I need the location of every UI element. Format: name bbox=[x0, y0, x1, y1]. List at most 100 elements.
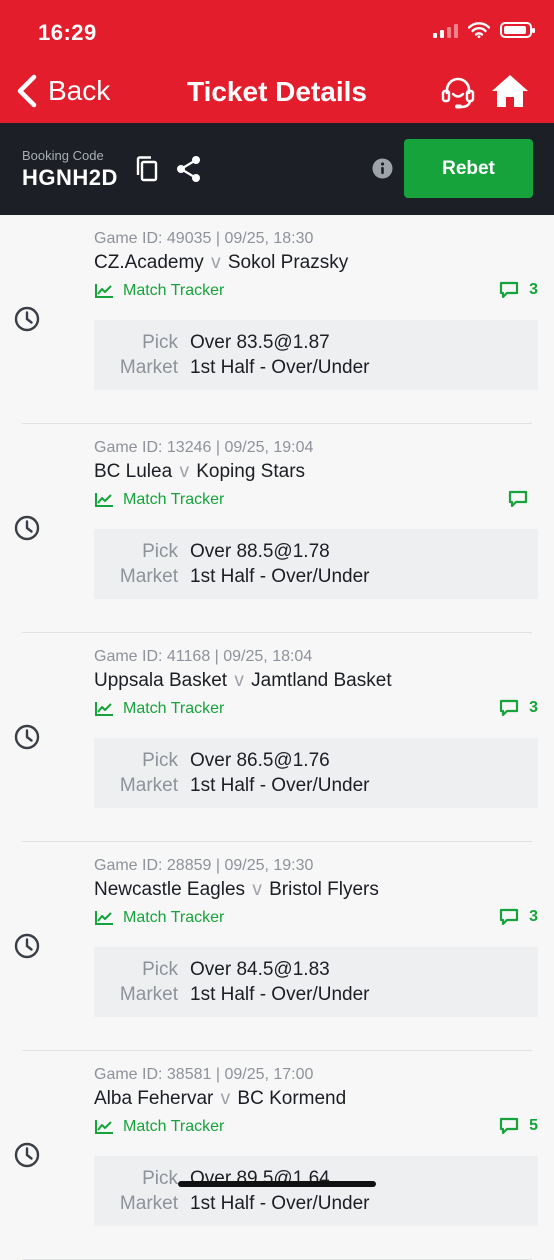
home-icon[interactable] bbox=[490, 72, 530, 110]
booking-code: HGNH2D bbox=[22, 165, 118, 190]
teams: Newcastle Eagles v Bristol Flyers bbox=[94, 879, 379, 901]
market-value: 1st Half - Over/Under bbox=[190, 566, 370, 587]
market-label: Market bbox=[119, 1193, 178, 1214]
match-tracker-link[interactable]: Match Tracker bbox=[94, 282, 224, 300]
comments-button[interactable]: 3 bbox=[499, 281, 538, 299]
market-value: 1st Half - Over/Under bbox=[190, 775, 370, 796]
market-value: 1st Half - Over/Under bbox=[190, 357, 370, 378]
pick-label: Pick bbox=[142, 1168, 178, 1189]
match-tracker-label: Match Tracker bbox=[123, 282, 225, 299]
match-tracker-label: Match Tracker bbox=[123, 491, 225, 508]
game-meta: Game ID: 38581 | 09/25, 17:00 bbox=[94, 1066, 314, 1083]
pick-details: Pick Over 84.5@1.83 Market 1st Half - Ov… bbox=[94, 947, 538, 1017]
market-label: Market bbox=[119, 984, 178, 1005]
booking-code-label: Booking Code bbox=[22, 148, 104, 163]
share-icon[interactable] bbox=[176, 155, 202, 183]
pick-label: Pick bbox=[142, 541, 178, 562]
booking-bar: Booking Code HGNH2D Rebet bbox=[0, 123, 554, 215]
clock-icon bbox=[14, 933, 40, 959]
market-label: Market bbox=[119, 775, 178, 796]
comment-count: 5 bbox=[529, 1117, 538, 1134]
home-indicator bbox=[178, 1181, 376, 1187]
clock-icon bbox=[14, 515, 40, 541]
chart-line-icon bbox=[95, 493, 113, 507]
teams: CZ.Academy v Sokol Prazsky bbox=[94, 252, 348, 274]
versus-label: v bbox=[211, 252, 221, 273]
match-tracker-link[interactable]: Match Tracker bbox=[94, 491, 224, 509]
clock-icon bbox=[14, 306, 40, 332]
chart-line-icon bbox=[95, 702, 113, 716]
comment-icon bbox=[499, 1117, 519, 1135]
comments-button[interactable]: 5 bbox=[499, 1117, 538, 1135]
comment-count: 3 bbox=[529, 908, 538, 925]
bet-item: Game ID: 38581 | 09/25, 17:00 Alba Feher… bbox=[0, 1051, 554, 1260]
versus-label: v bbox=[179, 461, 189, 482]
status-icons bbox=[433, 22, 535, 38]
nav-bar: Back Ticket Details bbox=[0, 62, 554, 123]
comment-icon bbox=[499, 908, 519, 926]
home-team: Uppsala Basket bbox=[94, 670, 228, 691]
game-meta: Game ID: 13246 | 09/25, 19:04 bbox=[94, 439, 314, 456]
pick-value: Over 88.5@1.78 bbox=[190, 541, 330, 562]
copy-icon[interactable] bbox=[134, 155, 160, 183]
pick-label: Pick bbox=[142, 959, 178, 980]
battery-icon bbox=[500, 22, 535, 38]
game-meta: Game ID: 49035 | 09/25, 18:30 bbox=[94, 230, 314, 247]
market-label: Market bbox=[119, 357, 178, 378]
rebet-button[interactable]: Rebet bbox=[404, 139, 533, 198]
market-value: 1st Half - Over/Under bbox=[190, 1193, 370, 1214]
bet-list: Game ID: 49035 | 09/25, 18:30 CZ.Academy… bbox=[0, 215, 554, 1260]
away-team: Jamtland Basket bbox=[251, 670, 392, 691]
cellular-signal-icon bbox=[433, 22, 458, 38]
comments-button[interactable] bbox=[508, 490, 538, 508]
pick-details: Pick Over 89.5@1.64 Market 1st Half - Ov… bbox=[94, 1156, 538, 1226]
away-team: Koping Stars bbox=[196, 461, 306, 482]
pick-value: Over 84.5@1.83 bbox=[190, 959, 330, 980]
status-time: 16:29 bbox=[38, 20, 97, 45]
chart-line-icon bbox=[95, 284, 113, 298]
market-label: Market bbox=[119, 566, 178, 587]
comment-icon bbox=[499, 281, 519, 299]
versus-label: v bbox=[220, 1088, 231, 1109]
clock-icon bbox=[14, 724, 40, 750]
pick-details: Pick Over 86.5@1.76 Market 1st Half - Ov… bbox=[94, 738, 538, 808]
teams: Uppsala Basket v Jamtland Basket bbox=[94, 670, 392, 692]
teams: BC Lulea v Koping Stars bbox=[94, 461, 305, 483]
home-team: CZ.Academy bbox=[94, 252, 204, 273]
teams: Alba Fehervar v BC Kormend bbox=[94, 1088, 346, 1110]
match-tracker-label: Match Tracker bbox=[123, 700, 225, 717]
game-meta: Game ID: 41168 | 09/25, 18:04 bbox=[94, 648, 313, 665]
bet-item: Game ID: 28859 | 09/25, 19:30 Newcastle … bbox=[0, 842, 554, 1051]
chart-line-icon bbox=[95, 1120, 113, 1134]
chart-line-icon bbox=[95, 911, 113, 925]
comment-icon bbox=[508, 490, 528, 508]
match-tracker-link[interactable]: Match Tracker bbox=[94, 1118, 224, 1136]
app-header: 16:29 Back Ticket Details bbox=[0, 0, 554, 123]
match-tracker-link[interactable]: Match Tracker bbox=[94, 700, 224, 718]
game-meta: Game ID: 28859 | 09/25, 19:30 bbox=[94, 857, 314, 874]
wifi-icon bbox=[468, 22, 490, 38]
comment-icon bbox=[499, 699, 519, 717]
pick-label: Pick bbox=[142, 750, 178, 771]
pick-value: Over 86.5@1.76 bbox=[190, 750, 330, 771]
pick-label: Pick bbox=[142, 332, 178, 353]
away-team: BC Kormend bbox=[237, 1088, 347, 1109]
comments-button[interactable]: 3 bbox=[499, 908, 538, 926]
home-team: BC Lulea bbox=[94, 461, 173, 482]
pick-details: Pick Over 83.5@1.87 Market 1st Half - Ov… bbox=[94, 320, 538, 390]
clock-icon bbox=[14, 1142, 40, 1168]
match-tracker-label: Match Tracker bbox=[123, 909, 225, 926]
match-tracker-label: Match Tracker bbox=[123, 1118, 225, 1135]
match-tracker-link[interactable]: Match Tracker bbox=[94, 909, 224, 927]
pick-details: Pick Over 88.5@1.78 Market 1st Half - Ov… bbox=[94, 529, 538, 599]
away-team: Bristol Flyers bbox=[269, 879, 379, 900]
bet-item: Game ID: 13246 | 09/25, 19:04 BC Lulea v… bbox=[0, 424, 554, 633]
comments-button[interactable]: 3 bbox=[499, 699, 538, 717]
comment-count: 3 bbox=[529, 281, 538, 298]
away-team: Sokol Prazsky bbox=[227, 252, 349, 273]
bet-item: Game ID: 49035 | 09/25, 18:30 CZ.Academy… bbox=[0, 215, 554, 424]
headset-support-icon[interactable] bbox=[440, 74, 476, 110]
pick-value: Over 83.5@1.87 bbox=[190, 332, 330, 353]
home-team: Alba Fehervar bbox=[94, 1088, 214, 1109]
info-icon[interactable] bbox=[372, 158, 393, 179]
